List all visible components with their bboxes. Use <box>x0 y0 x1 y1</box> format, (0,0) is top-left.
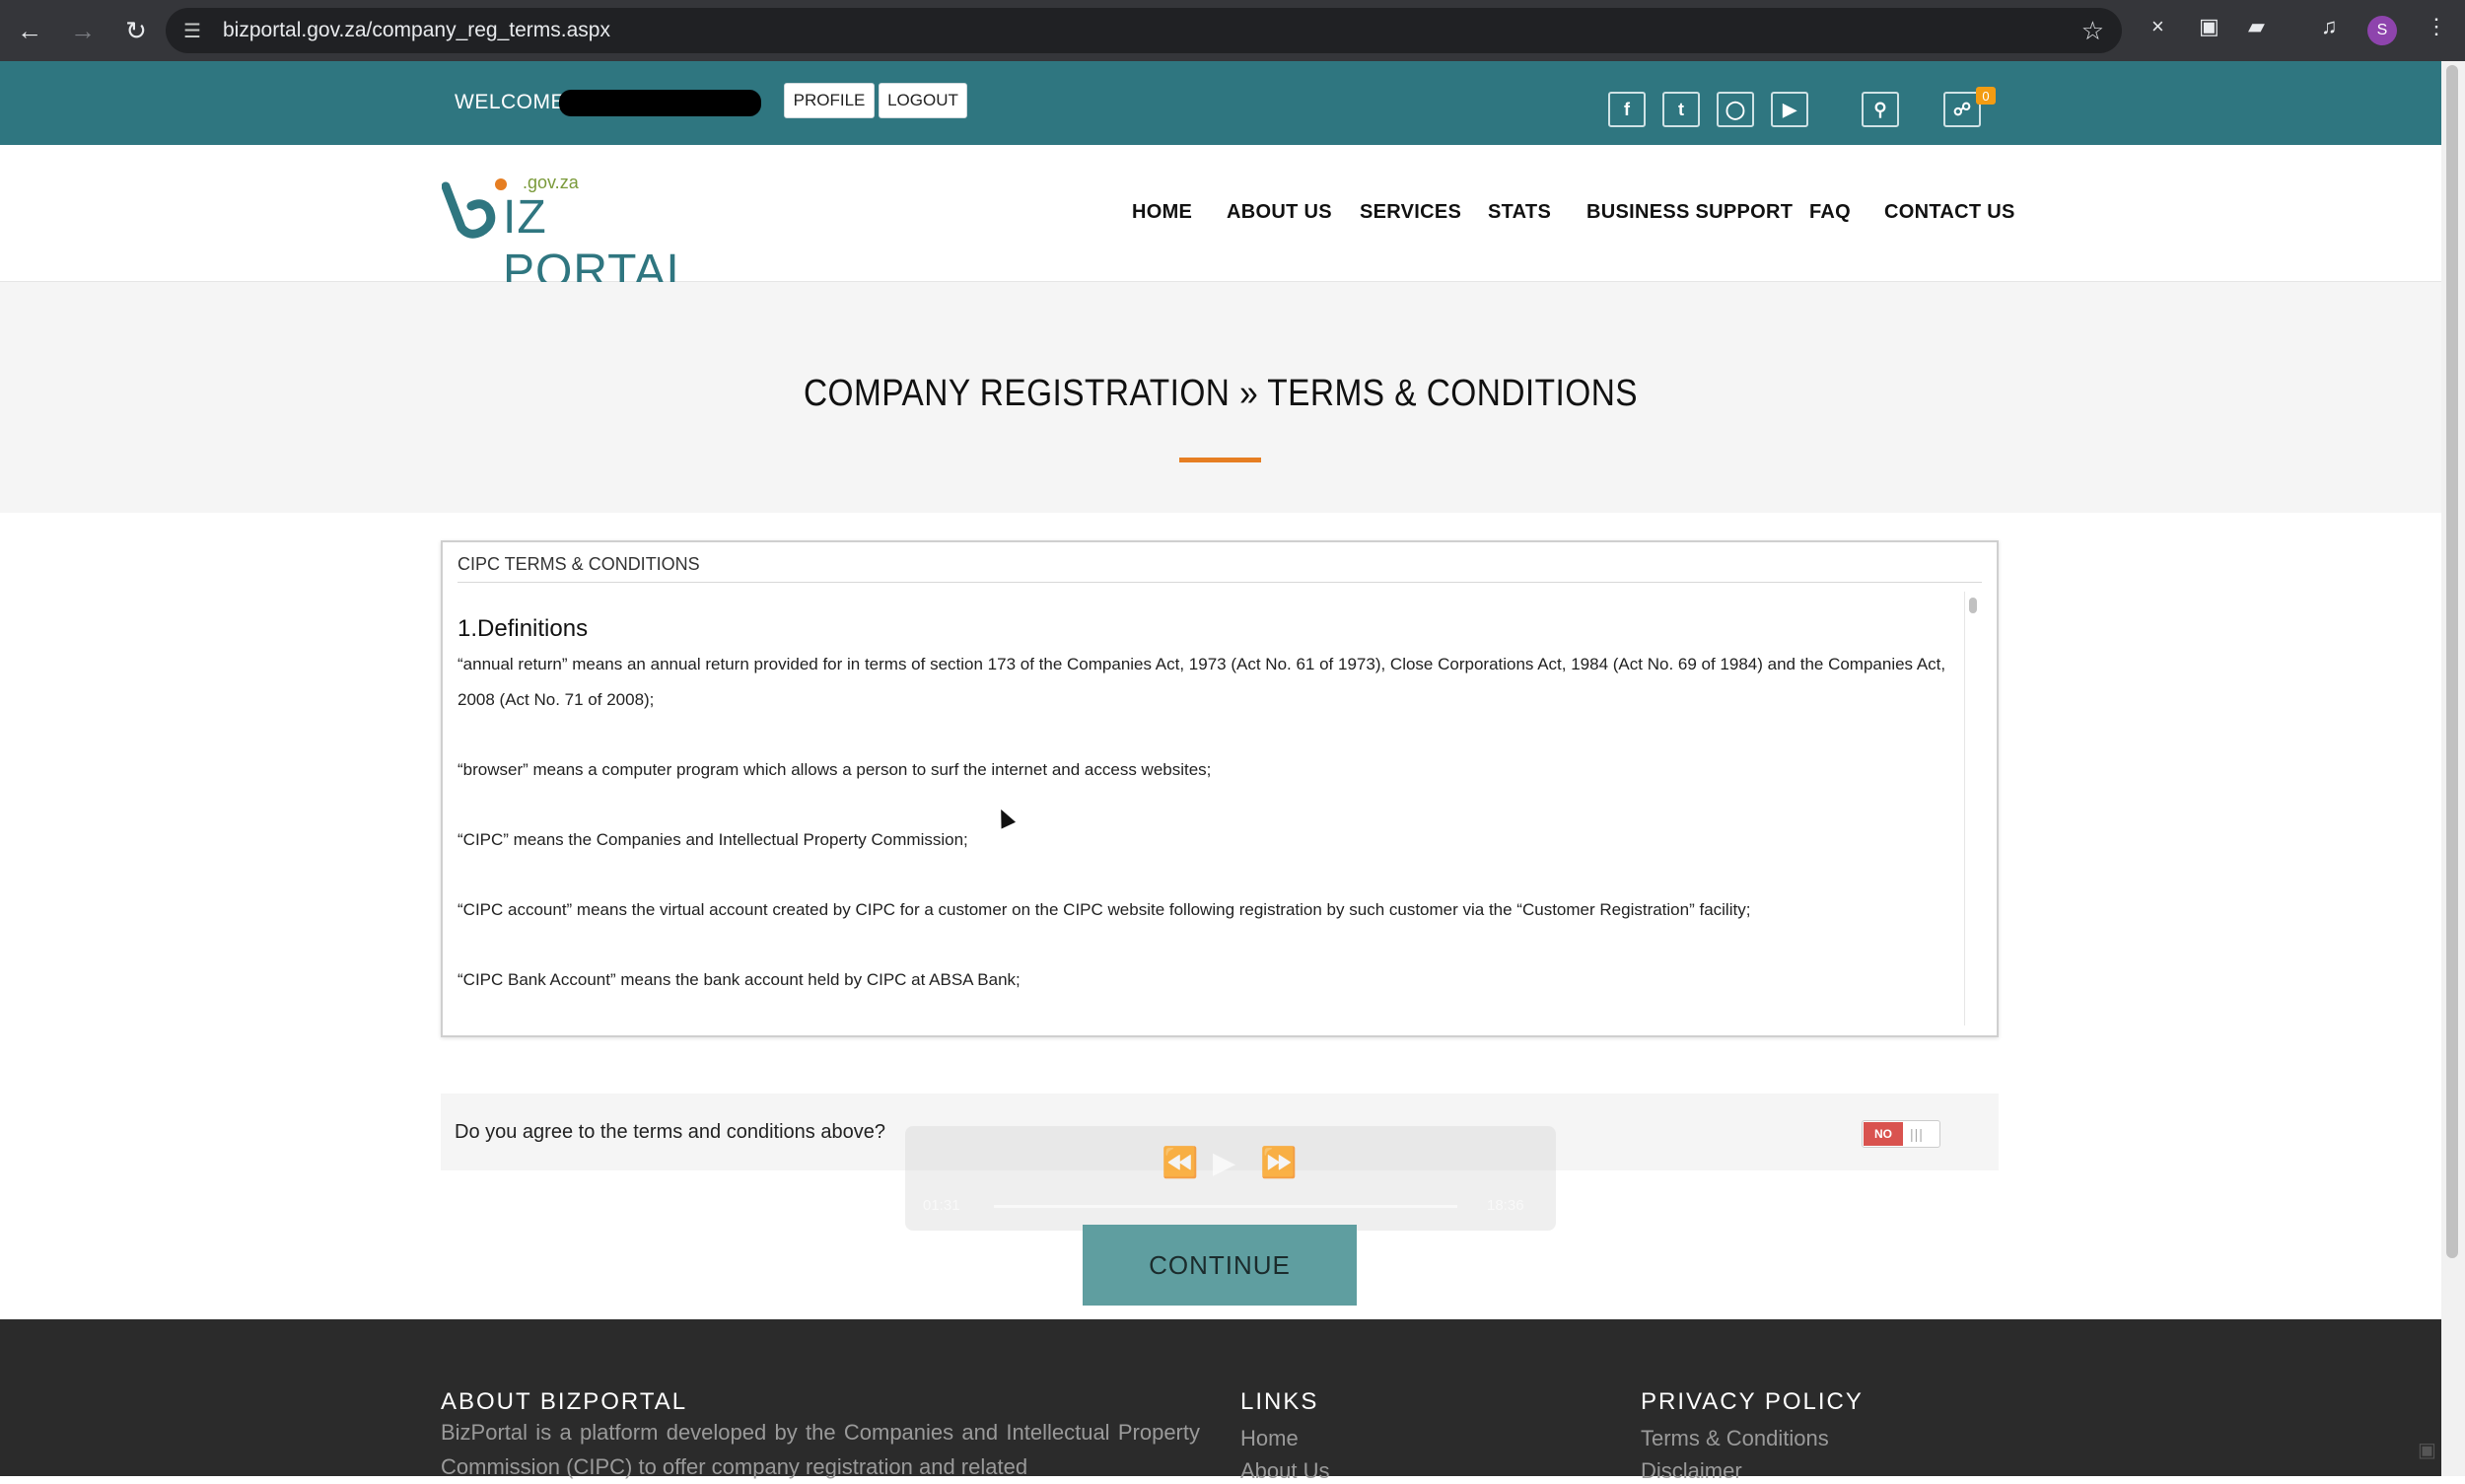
definition-paragraph: “CIPC Bank Account” means the bank accou… <box>458 970 1021 989</box>
reload-icon[interactable]: ↻ <box>112 7 160 54</box>
terms-scroll-area[interactable]: 1.Definitions “annual return” means an a… <box>458 592 1976 1025</box>
media-control-icon[interactable]: ♫ <box>2321 14 2338 39</box>
nav-about-us[interactable]: ABOUT US <box>1227 201 1332 224</box>
video-progress-track[interactable] <box>994 1205 1457 1208</box>
extensions-puzzle-icon[interactable]: ▰ <box>2248 14 2265 39</box>
site-footer: ABOUT BIZPORTAL BizPortal is a platform … <box>0 1319 2441 1483</box>
page-scrollbar-thumb[interactable] <box>2446 65 2458 1258</box>
url-text[interactable]: bizportal.gov.za/company_reg_terms.aspx <box>223 19 610 42</box>
search-icon[interactable]: ⚲ <box>1862 92 1899 127</box>
footer-link-home[interactable]: Home <box>1240 1426 1299 1451</box>
toggle-knob-icon: ||| <box>1910 1126 1924 1142</box>
footer-privacy-heading: PRIVACY POLICY <box>1641 1388 1864 1415</box>
address-bar[interactable]: ☰ bizportal.gov.za/company_reg_terms.asp… <box>166 8 2122 53</box>
footer-about-text: BizPortal is a platform developed by the… <box>441 1420 1200 1479</box>
forward-icon[interactable]: → <box>59 7 106 54</box>
welcome-label: WELCOME <box>455 91 566 113</box>
nav-business-support[interactable]: BUSINESS SUPPORT <box>1586 201 1793 224</box>
definition-paragraph: “browser” means a computer program which… <box>458 760 1212 779</box>
agree-question: Do you agree to the terms and conditions… <box>455 1121 885 1143</box>
agree-toggle[interactable]: NO ||| <box>1862 1120 1940 1148</box>
browser-toolbar: ← → ↻ ☰ bizportal.gov.za/company_reg_ter… <box>0 0 2465 61</box>
terms-heading: CIPC TERMS & CONDITIONS <box>458 554 700 574</box>
redacted-username <box>559 90 761 116</box>
nav-home[interactable]: HOME <box>1132 201 1192 224</box>
video-elapsed: 01:31 <box>923 1197 960 1214</box>
browser-menu-icon[interactable]: ⋮ <box>2426 14 2447 39</box>
bookmark-star-icon[interactable]: ☆ <box>2081 16 2104 46</box>
video-controls-overlay: ⏪ ▶ ⏩ 01:31 18:36 <box>905 1126 1556 1231</box>
footer-link-disclaimer[interactable]: Disclaimer <box>1641 1458 1742 1484</box>
title-band: COMPANY REGISTRATION » TERMS & CONDITION… <box>0 282 2441 513</box>
toggle-no-label: NO <box>1864 1122 1903 1146</box>
definition-paragraph: “CIPC account” means the virtual account… <box>458 900 1751 919</box>
play-icon[interactable]: ▶ <box>1213 1146 1235 1180</box>
footer-links-heading: LINKS <box>1240 1388 1319 1415</box>
page-scrollbar[interactable] <box>2441 61 2465 1476</box>
terms-divider <box>458 582 1982 583</box>
facebook-icon[interactable]: f <box>1608 92 1646 127</box>
nav-faq[interactable]: FAQ <box>1809 201 1851 224</box>
extension-map-icon[interactable]: ▣ <box>2199 14 2219 39</box>
footer-link-terms[interactable]: Terms & Conditions <box>1641 1426 1829 1451</box>
footer-link-about-us[interactable]: About Us <box>1240 1458 1330 1484</box>
page-title: COMPANY REGISTRATION » TERMS & CONDITION… <box>803 373 1639 414</box>
profile-button[interactable]: PROFILE <box>784 83 875 118</box>
section-title: 1.Definitions <box>458 615 589 642</box>
logout-button[interactable]: LOGOUT <box>879 83 967 118</box>
profile-avatar[interactable]: S <box>2367 16 2397 45</box>
feedback-icon[interactable]: ▣ <box>2418 1438 2436 1462</box>
video-duration: 18:36 <box>1487 1197 1524 1214</box>
extension-x-icon[interactable]: × <box>2151 14 2164 39</box>
twitter-icon[interactable]: t <box>1662 92 1700 127</box>
instagram-icon[interactable]: ◯ <box>1717 92 1754 127</box>
footer-about-heading: ABOUT BIZPORTAL <box>441 1388 688 1415</box>
continue-button[interactable]: CONTINUE <box>1083 1225 1357 1306</box>
site-info-icon[interactable]: ☰ <box>183 19 211 43</box>
nav-stats[interactable]: STATS <box>1488 201 1551 224</box>
terms-scrollbar-thumb[interactable] <box>1969 598 1977 613</box>
nav-contact-us[interactable]: CONTACT US <box>1884 201 2015 224</box>
terms-panel: CIPC TERMS & CONDITIONS 1.Definitions “a… <box>441 540 1999 1037</box>
definition-paragraph: “CIPC” means the Companies and Intellect… <box>458 830 968 849</box>
fast-forward-icon[interactable]: ⏩ <box>1260 1146 1297 1180</box>
nav-services[interactable]: SERVICES <box>1360 201 1461 224</box>
terms-scrollbar[interactable] <box>1964 592 1981 1025</box>
logo-mark-icon <box>442 178 507 239</box>
cart-count-badge: 0 <box>1976 87 1996 105</box>
title-underline <box>1179 458 1261 462</box>
bizportal-logo[interactable]: .gov.za IZ PORTAL <box>442 173 718 298</box>
site-header: .gov.za IZ PORTAL HOME ABOUT US SERVICES… <box>0 145 2441 298</box>
top-bar: WELCOME PROFILE LOGOUT f t ◯ ▶ ⚲ ☍ 0 <box>0 61 2441 145</box>
definition-paragraph: “annual return” means an annual return p… <box>458 655 1946 709</box>
rewind-icon[interactable]: ⏪ <box>1162 1146 1198 1180</box>
youtube-icon[interactable]: ▶ <box>1771 92 1808 127</box>
back-icon[interactable]: ← <box>6 7 53 54</box>
